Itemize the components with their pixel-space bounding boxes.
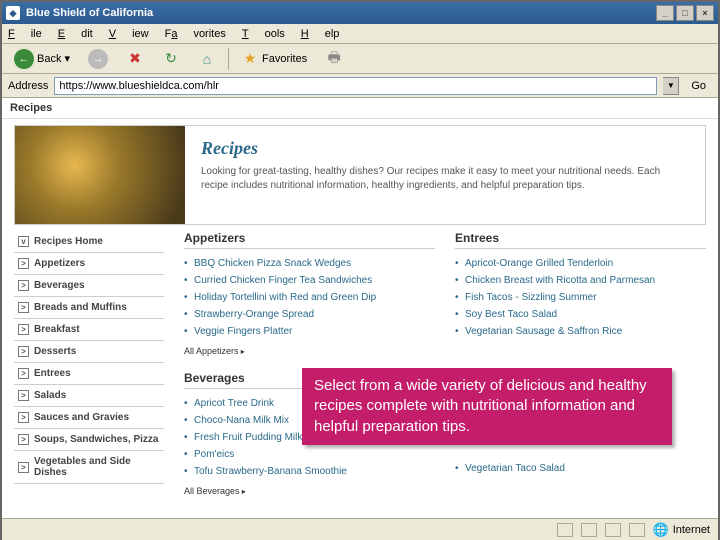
sidebar: vRecipes Home >Appetizers >Beverages >Br… (14, 231, 164, 497)
main-columns: Appetizers BBQ Chicken Pizza Snack Wedge… (164, 231, 706, 497)
chevron-down-icon: ▾ (64, 52, 70, 65)
expand-icon: > (18, 462, 29, 473)
back-icon: ← (14, 49, 34, 69)
recipe-link[interactable]: Tofu Strawberry-Banana Smoothie (184, 463, 435, 480)
stop-button[interactable]: ✖ (120, 48, 150, 70)
globe-icon: 🌐 (653, 522, 669, 538)
expand-icon: > (18, 346, 29, 357)
forward-icon: → (88, 49, 108, 69)
menu-tools[interactable]: Tools (242, 28, 285, 40)
address-dropdown[interactable]: ▼ (663, 77, 679, 95)
menu-help[interactable]: Help (301, 28, 340, 40)
all-appetizers-link[interactable]: All Appetizers (184, 346, 245, 356)
sidebar-item-entrees[interactable]: >Entrees (14, 363, 164, 385)
all-beverages-link[interactable]: All Beverages (184, 486, 246, 496)
sidebar-item-soups[interactable]: >Soups, Sandwiches, Pizza (14, 429, 164, 451)
collapse-icon: v (18, 236, 29, 247)
recipe-link[interactable]: BBQ Chicken Pizza Snack Wedges (184, 255, 435, 272)
entrees-list: Apricot-Orange Grilled Tenderloin Chicke… (455, 255, 706, 340)
hero-description: Looking for great-tasting, healthy dishe… (201, 165, 689, 193)
recipe-link[interactable]: Vegetarian Sausage & Saffron Rice (455, 323, 706, 340)
toolbar: ← Back ▾ → ✖ ↻ ⌂ ★ Favorites 🖶 (2, 44, 718, 74)
sidebar-item-sauces[interactable]: >Sauces and Gravies (14, 407, 164, 429)
entrees-heading: Entrees (455, 231, 706, 249)
page-content: Recipes Recipes Looking for great-tastin… (2, 98, 718, 518)
address-bar: Address ▼ Go (2, 74, 718, 98)
sidebar-item-recipes-home[interactable]: vRecipes Home (14, 231, 164, 253)
hero-banner: Recipes Looking for great-tasting, healt… (14, 125, 706, 225)
statusbar: 🌐 Internet (2, 518, 718, 540)
go-button[interactable]: Go (685, 78, 712, 94)
recipe-link[interactable]: Vegetarian Taco Salad (455, 460, 706, 477)
refresh-button[interactable]: ↻ (156, 48, 186, 70)
callout-overlay: Select from a wide variety of delicious … (302, 368, 672, 445)
recipe-link[interactable]: Apricot-Orange Grilled Tenderloin (455, 255, 706, 272)
app-icon: ◆ (6, 6, 20, 20)
menubar: File Edit View Favorites Tools Help (2, 24, 718, 44)
menu-edit[interactable]: Edit (58, 28, 93, 40)
recipe-link[interactable]: Strawberry-Orange Spread (184, 306, 435, 323)
expand-icon: > (18, 324, 29, 335)
status-cell (605, 523, 621, 537)
menu-file[interactable]: File (8, 28, 42, 40)
status-cell (629, 523, 645, 537)
sidebar-item-appetizers[interactable]: >Appetizers (14, 253, 164, 275)
sidebar-item-salads[interactable]: >Salads (14, 385, 164, 407)
appetizers-heading: Appetizers (184, 231, 435, 249)
recipe-link[interactable]: Curried Chicken Finger Tea Sandwiches (184, 272, 435, 289)
printer-icon: 🖶 (325, 50, 343, 68)
address-label: Address (8, 80, 48, 92)
status-cell (581, 523, 597, 537)
maximize-button[interactable]: □ (676, 5, 694, 21)
expand-icon: > (18, 390, 29, 401)
home-icon: ⌂ (198, 50, 216, 68)
menu-view[interactable]: View (109, 28, 149, 40)
security-zone: 🌐 Internet (653, 522, 711, 538)
print-button[interactable]: 🖶 (319, 48, 349, 70)
refresh-icon: ↻ (162, 50, 180, 68)
minimize-button[interactable]: _ (656, 5, 674, 21)
favorites-button[interactable]: ★ Favorites (235, 48, 313, 70)
forward-button[interactable]: → (82, 47, 114, 71)
sidebar-item-desserts[interactable]: >Desserts (14, 341, 164, 363)
close-button[interactable]: × (696, 5, 714, 21)
expand-icon: > (18, 258, 29, 269)
separator (228, 48, 229, 70)
recipe-link[interactable]: Pom'eics (184, 446, 435, 463)
sidebar-item-breakfast[interactable]: >Breakfast (14, 319, 164, 341)
address-input[interactable] (54, 77, 657, 95)
recipe-link[interactable]: Soy Best Taco Salad (455, 306, 706, 323)
window-title: Blue Shield of California (26, 7, 656, 19)
expand-icon: > (18, 434, 29, 445)
expand-icon: > (18, 302, 29, 313)
sidebar-item-vegetables[interactable]: >Vegetables and Side Dishes (14, 451, 164, 484)
expand-icon: > (18, 368, 29, 379)
stop-icon: ✖ (126, 50, 144, 68)
recipe-link[interactable]: Veggie Fingers Platter (184, 323, 435, 340)
appetizers-list: BBQ Chicken Pizza Snack Wedges Curried C… (184, 255, 435, 340)
section-label: Recipes (2, 98, 718, 119)
back-button[interactable]: ← Back ▾ (8, 47, 76, 71)
recipe-link[interactable]: Holiday Tortellini with Red and Green Di… (184, 289, 435, 306)
status-cell (557, 523, 573, 537)
menu-favorites[interactable]: Favorites (165, 28, 226, 40)
entrees-list-2: Vegetarian Taco Salad (455, 460, 706, 477)
recipe-link[interactable]: Fish Tacos - Sizzling Summer (455, 289, 706, 306)
star-icon: ★ (241, 50, 259, 68)
sidebar-item-beverages[interactable]: >Beverages (14, 275, 164, 297)
hero-image (15, 126, 185, 224)
sidebar-item-breads[interactable]: >Breads and Muffins (14, 297, 164, 319)
expand-icon: > (18, 280, 29, 291)
recipe-link[interactable]: Chicken Breast with Ricotta and Parmesan (455, 272, 706, 289)
hero-title: Recipes (201, 138, 689, 159)
expand-icon: > (18, 412, 29, 423)
home-button[interactable]: ⌂ (192, 48, 222, 70)
window-titlebar: ◆ Blue Shield of California _ □ × (2, 2, 718, 24)
